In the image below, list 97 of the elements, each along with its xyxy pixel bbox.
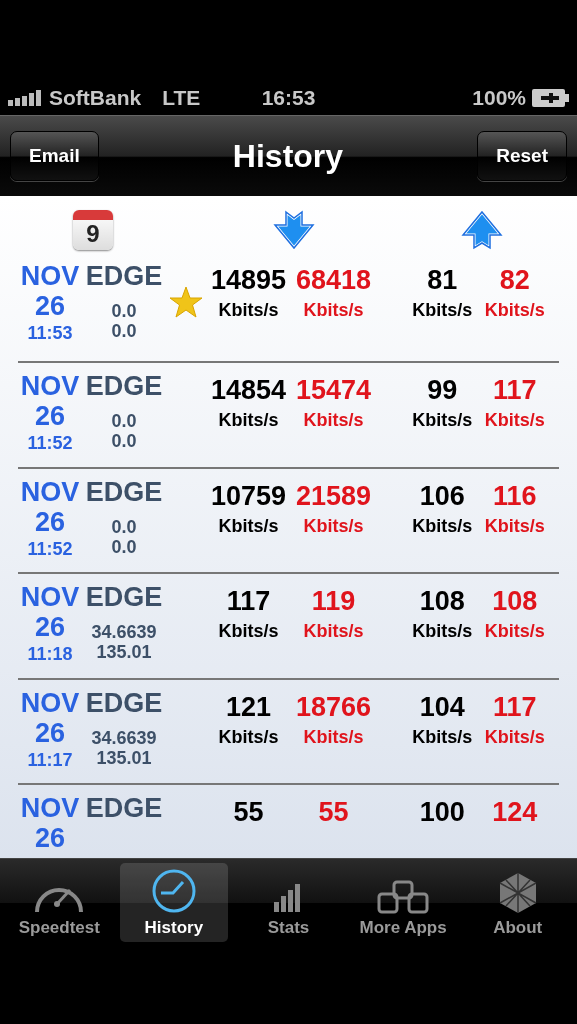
speed-unit: Kbits/s xyxy=(218,515,279,537)
speed-unit: Kbits/s xyxy=(484,300,545,321)
network-type: EDGE xyxy=(85,689,163,717)
network-type: EDGE xyxy=(85,478,163,506)
speed-unit: Kbits/s xyxy=(218,726,279,748)
squares-icon xyxy=(377,880,430,914)
download-speed: 119 xyxy=(311,588,356,615)
speed-unit: Kbits/s xyxy=(484,726,545,748)
latitude: 0.0 xyxy=(111,302,137,320)
upload-speed: 117 xyxy=(492,693,537,721)
upload-speed: 100 xyxy=(419,799,465,826)
network-type: EDGE xyxy=(85,373,163,400)
carrier-name: SoftBank xyxy=(49,85,142,110)
speed-unit: Kbits/s xyxy=(484,621,545,642)
download-speed: 68418 xyxy=(295,267,372,294)
longitude: 0.0 xyxy=(111,432,137,450)
upload-speed: 106 xyxy=(419,482,465,510)
download-speed: 10759 xyxy=(210,482,287,510)
upload-speed: 117 xyxy=(492,377,537,404)
test-time: 11:52 xyxy=(27,539,73,558)
reset-button[interactable]: Reset xyxy=(477,131,567,181)
download-speed: 14895 xyxy=(210,267,287,294)
speed-unit: Kbits/s xyxy=(218,410,279,431)
network-type: EDGE xyxy=(85,795,163,822)
speed-unit: Kbits/s xyxy=(412,410,473,431)
speed-unit: Kbits/s xyxy=(303,621,364,642)
longitude: 0.0 xyxy=(111,537,137,556)
download-speed: 55 xyxy=(318,799,349,826)
battery-percent: 100% xyxy=(472,85,526,110)
network-type: LTE xyxy=(162,85,201,110)
latitude: 34.6639 xyxy=(91,623,157,641)
date-day: 26 xyxy=(34,719,65,747)
upload-speed: 82 xyxy=(499,267,530,294)
date-month: NOV xyxy=(20,263,80,290)
upload-arrow-icon xyxy=(460,208,504,251)
upload-speed: 116 xyxy=(492,482,537,510)
speed-unit: Kbits/s xyxy=(412,515,473,537)
latitude: 0.0 xyxy=(111,412,137,430)
speed-unit: Kbits/s xyxy=(218,621,279,642)
upload-speed: 108 xyxy=(419,588,465,615)
date-day: 26 xyxy=(34,293,65,320)
test-time: 11:18 xyxy=(27,645,73,663)
longitude: 135.01 xyxy=(96,643,152,661)
download-speed: 14854 xyxy=(210,377,287,404)
screen-title: History xyxy=(232,137,344,175)
tab-item[interactable]: Stats xyxy=(234,863,343,942)
longitude: 0.0 xyxy=(111,322,137,340)
test-time: 11:17 xyxy=(27,750,73,769)
download-speed: 15474 xyxy=(295,377,372,404)
latitude: 0.0 xyxy=(111,517,137,536)
tab-item[interactable]: More Apps xyxy=(349,863,458,942)
date-day: 26 xyxy=(34,614,65,641)
speed-unit: Kbits/s xyxy=(303,410,364,431)
speed-unit: Kbits/s xyxy=(484,515,545,537)
test-time: 11:53 xyxy=(27,324,73,342)
date-month: NOV xyxy=(20,795,80,822)
speed-unit: Kbits/s xyxy=(303,300,364,321)
date-month: NOV xyxy=(20,478,80,506)
date-day: 26 xyxy=(34,403,65,430)
upload-speed: 124 xyxy=(492,799,538,826)
upload-speed: 108 xyxy=(492,588,538,615)
email-button[interactable]: Email xyxy=(10,131,99,181)
tab-item[interactable]: About xyxy=(463,863,572,942)
download-arrow-icon xyxy=(272,208,316,251)
download-speed: 55 xyxy=(233,799,264,826)
speed-unit: Kbits/s xyxy=(412,621,473,642)
date-month: NOV xyxy=(20,689,80,717)
date-month: NOV xyxy=(20,373,80,400)
polyhedron-icon xyxy=(497,872,538,914)
upload-speed: 81 xyxy=(427,267,458,294)
signal-icon xyxy=(8,89,44,106)
date-day: 26 xyxy=(34,825,65,852)
network-type: EDGE xyxy=(85,584,163,611)
battery-charging-icon xyxy=(531,87,571,108)
speed-unit: Kbits/s xyxy=(484,410,545,431)
speed-unit: Kbits/s xyxy=(412,300,473,321)
clock-icon xyxy=(150,868,197,914)
date-month: NOV xyxy=(20,584,80,611)
speed-unit: Kbits/s xyxy=(412,726,473,748)
network-type: EDGE xyxy=(85,263,163,290)
test-time: 11:52 xyxy=(27,434,73,452)
tab-item[interactable]: Speedtest xyxy=(5,863,114,942)
download-speed: 121 xyxy=(225,693,272,721)
download-speed: 21589 xyxy=(295,482,372,510)
download-speed: 117 xyxy=(226,588,271,615)
tab-item[interactable]: History xyxy=(119,863,228,942)
latitude: 34.6639 xyxy=(91,728,157,747)
speed-unit: Kbits/s xyxy=(218,300,279,321)
speed-unit: Kbits/s xyxy=(303,726,364,748)
calendar-icon: 9 xyxy=(73,209,113,250)
date-day: 26 xyxy=(34,508,65,536)
download-speed: 18766 xyxy=(295,693,372,721)
longitude: 135.01 xyxy=(96,748,152,767)
upload-speed: 104 xyxy=(419,693,465,721)
speed-unit: Kbits/s xyxy=(303,515,364,537)
status-time: 16:53 xyxy=(261,85,316,110)
upload-speed: 99 xyxy=(427,377,458,404)
